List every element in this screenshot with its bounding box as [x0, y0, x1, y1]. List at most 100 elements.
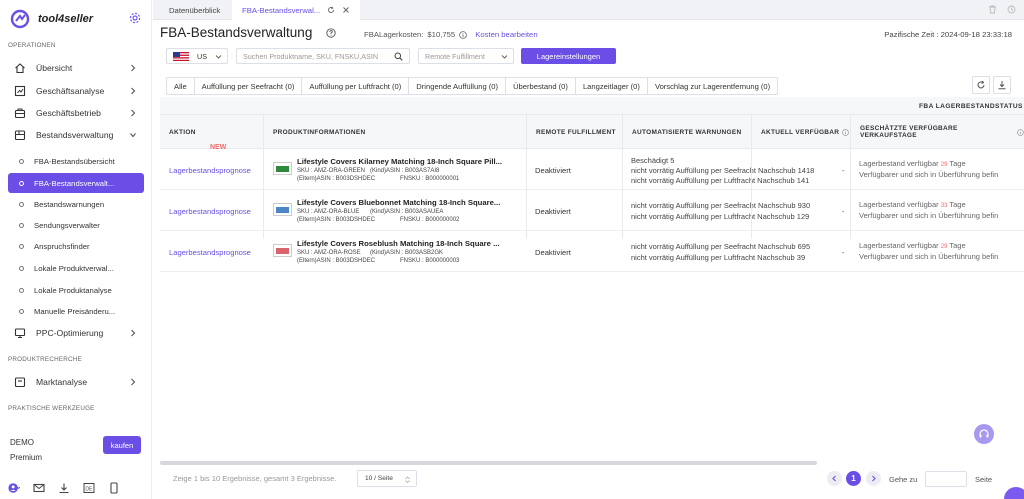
product-parent-asin: (Eltern)ASIN : B003DSHDEC	[297, 176, 376, 182]
product-title[interactable]: Lifestyle Covers Roseblush Matching 18-I…	[297, 239, 519, 248]
table-row[interactable]: Lagerbestandsprognose Lifestyle Covers B…	[160, 191, 1024, 231]
chevron-down-icon	[215, 55, 222, 59]
product-title[interactable]: Lifestyle Covers Bluebonnet Matching 18-…	[297, 198, 519, 207]
sidebar-subitem-fba-uebersicht[interactable]: FBA-Bestandsübersicht	[8, 151, 144, 171]
info-icon[interactable]	[1017, 128, 1024, 136]
de-language-icon[interactable]: DE	[83, 482, 95, 494]
sidebar-subitem-bestandswarnungen[interactable]: Bestandswarnungen	[8, 194, 144, 214]
remote-fulfillment-select[interactable]: Remote Fulfillment	[418, 48, 514, 64]
sidebar-subitem-fba-bestandsverwaltung[interactable]: FBA-Bestandsverwalt...	[8, 173, 144, 193]
column-header-label: AKTION	[169, 128, 196, 136]
sidebar-subitem-manuelle-preisaenderung[interactable]: Manuelle Preisänderu...	[8, 301, 144, 321]
forecast-link-label: Lagerbestandsprognose	[169, 206, 251, 216]
close-icon[interactable]	[342, 6, 350, 14]
sidebar-item-uebersicht[interactable]: Übersicht	[8, 58, 144, 78]
column-header-verfuegbar[interactable]: AKTUELL VERFÜGBAR	[751, 115, 850, 149]
edit-cost-link[interactable]: Kosten bearbeiten	[475, 30, 537, 39]
new-badge: NEW	[210, 144, 227, 151]
search-input[interactable]: Suchen Produktname, SKU, FNSKU,ASIN	[236, 48, 410, 64]
gear-icon[interactable]	[129, 12, 141, 24]
trash-icon[interactable]	[988, 5, 997, 14]
sales-days-value: 29	[940, 162, 948, 168]
mobile-icon[interactable]	[108, 482, 120, 494]
tab-fba-bestandsverwaltung[interactable]: FBA-Bestandsverwal...	[232, 0, 361, 20]
sidebar-item-ppc[interactable]: PPC-Optimierung	[8, 323, 144, 343]
next-page-button[interactable]	[866, 471, 881, 486]
tab-datenueberblick[interactable]: Datenüberblick	[159, 0, 230, 20]
warning-text: nicht vorrätig Auffüllung per Luftfracht…	[631, 212, 810, 221]
remote-status: Deaktiviert	[535, 165, 571, 175]
buy-button[interactable]: kaufen	[103, 436, 141, 454]
info-icon[interactable]	[842, 128, 850, 136]
column-header-label: PRODUKTINFORMATIONEN	[273, 128, 366, 136]
column-header-produkt[interactable]: PRODUKTINFORMATIONEN	[263, 115, 526, 149]
sales-days-value: 33	[940, 203, 948, 209]
product-thumbnail[interactable]	[273, 162, 292, 175]
lagereinstellungen-button[interactable]: Lagereinstellungen	[521, 48, 616, 64]
filter-lagerentfernung[interactable]: Vorschlag zur Lagerentfernung (0)	[648, 78, 777, 94]
page-number-current[interactable]: 1	[846, 471, 861, 486]
export-button[interactable]	[993, 76, 1011, 94]
forecast-link[interactable]: Lagerbestandsprognose	[169, 232, 251, 272]
page-label: Seite	[975, 475, 993, 484]
sidebar-subitem-label: FBA-Bestandsverwalt...	[34, 178, 115, 188]
forecast-link[interactable]: NEW Lagerbestandsprognose	[169, 144, 251, 190]
chevron-right-icon	[131, 64, 136, 72]
sales-days-detail: Verfügbarer und sich in Überführung befi…	[859, 211, 999, 220]
horizontal-scrollbar[interactable]	[160, 461, 1024, 465]
filter-seefracht[interactable]: Auffüllung per Seefracht (0)	[195, 78, 303, 94]
bullet-icon	[19, 222, 24, 228]
floating-assistant-button[interactable]	[1004, 487, 1024, 499]
filter-langzeitlager[interactable]: Langzeitlager (0)	[576, 78, 648, 94]
column-header-verkaufstage[interactable]: GESCHÄTZTE VERFÜGBARE VERKAUFSTAGE	[850, 115, 1024, 149]
top-right-icons	[988, 5, 1016, 14]
app-name: tool4seller	[38, 13, 94, 25]
table-row[interactable]: NEW Lagerbestandsprognose Lifestyle Cover…	[160, 144, 1024, 190]
user-avatar-icon[interactable]	[8, 482, 20, 494]
support-button[interactable]	[974, 424, 994, 444]
warning-text: nicht vorrätig Auffüllung per Luftfracht…	[631, 253, 806, 262]
scrollbar-thumb[interactable]	[160, 461, 817, 465]
sidebar-subitem-anspruchsfinder[interactable]: Anspruchsfinder	[8, 236, 144, 256]
country-select[interactable]: US	[166, 48, 228, 64]
refresh-button[interactable]	[972, 76, 990, 94]
sidebar-subitem-label: Sendungsverwalter	[34, 220, 100, 230]
sales-days-detail: Verfügbarer und sich in Überführung befi…	[859, 252, 999, 261]
product-thumbnail[interactable]	[273, 244, 292, 257]
goto-page-input[interactable]	[925, 471, 967, 487]
sidebar-item-bestandsverwaltung[interactable]: Bestandsverwaltung	[8, 125, 144, 145]
download-icon[interactable]	[58, 482, 70, 494]
info-icon[interactable]	[459, 30, 468, 39]
sidebar-item-marktanalyse[interactable]: Marktanalyse	[8, 372, 144, 392]
sidebar-item-geschaeftsanalyse[interactable]: Geschäftsanalyse	[8, 81, 144, 101]
bullet-icon	[19, 180, 24, 186]
sidebar-subitem-lokale-produktanalyse[interactable]: Lokale Produktanalyse	[8, 280, 144, 300]
filter-luftfracht[interactable]: Auffüllung per Luftfracht (0)	[302, 78, 410, 94]
history-icon[interactable]	[1007, 5, 1016, 14]
sidebar-subitem-sendungsverwalter[interactable]: Sendungsverwalter	[8, 215, 144, 235]
search-icon[interactable]	[394, 52, 403, 61]
filter-ueberbestand[interactable]: Überbestand (0)	[506, 78, 576, 94]
product-title[interactable]: Lifestyle Covers Kilarney Matching 18-In…	[297, 157, 519, 166]
mail-icon[interactable]	[33, 482, 45, 494]
product-parent-asin: (Eltern)ASIN : B003DSHDEC	[297, 258, 376, 264]
brand-logo[interactable]: tool4seller	[10, 9, 93, 29]
refresh-icon[interactable]	[327, 6, 335, 14]
column-header-warnungen[interactable]: AUTOMATISIERTE WARNUNGEN	[622, 115, 751, 149]
forecast-link[interactable]: Lagerbestandsprognose	[169, 191, 251, 231]
product-thumbnail[interactable]	[273, 203, 292, 216]
filter-alle[interactable]: Alle	[167, 78, 195, 94]
column-header-remote[interactable]: REMOTE FULFILLMENT	[526, 115, 622, 149]
sidebar-subitem-lokale-produktverwaltung[interactable]: Lokale Produktverwal...	[8, 258, 144, 278]
help-icon[interactable]	[326, 28, 336, 38]
sales-days-value: 29	[940, 244, 948, 250]
warning-text: nicht vorrätig Auffüllung per Seefracht …	[631, 242, 811, 251]
prev-page-button[interactable]	[827, 471, 842, 486]
sales-days-unit: Tage	[949, 241, 966, 250]
warning-text: nicht vorrätig Auffüllung per Seefracht …	[631, 201, 811, 210]
per-page-select[interactable]: 10 / Seite	[357, 470, 417, 487]
product-parent-asin: (Eltern)ASIN : B003DSHDEC	[297, 217, 376, 223]
sidebar-item-geschaeftsbetrieb[interactable]: Geschäftsbetrieb	[8, 103, 144, 123]
table-row[interactable]: Lagerbestandsprognose Lifestyle Covers R…	[160, 232, 1024, 272]
filter-dringend[interactable]: Dringende Auffüllung (0)	[409, 78, 507, 94]
